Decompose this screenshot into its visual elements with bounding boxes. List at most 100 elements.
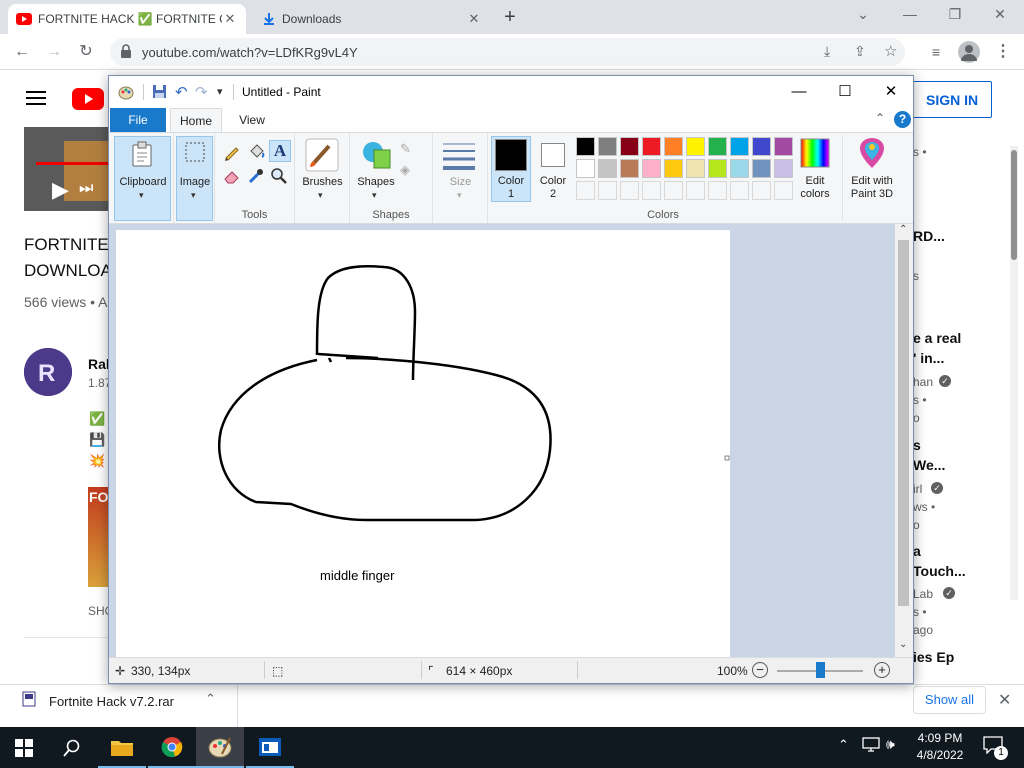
minimize-button[interactable]: — — [890, 6, 930, 26]
outline-icon[interactable]: ✎ — [400, 141, 411, 157]
page-scrollbar[interactable] — [1010, 146, 1018, 600]
palette-swatch[interactable] — [730, 181, 749, 200]
taskbar-chrome[interactable] — [148, 727, 196, 768]
edit-colors-label-2[interactable]: colors — [793, 188, 837, 201]
quick-access-dropdown-icon[interactable]: ▾ — [217, 85, 223, 98]
collapse-ribbon-icon[interactable]: ⌃ — [875, 111, 885, 125]
palette-swatch[interactable] — [598, 159, 617, 178]
start-button[interactable] — [0, 727, 48, 768]
close-button[interactable]: ✕ — [980, 6, 1020, 26]
palette-swatch[interactable] — [620, 159, 639, 178]
related-title[interactable]: RD... — [913, 228, 945, 244]
media-control-icon[interactable]: ≡ — [926, 42, 946, 62]
close-downloads-bar-icon[interactable]: ✕ — [998, 690, 1011, 710]
profile-avatar-icon[interactable] — [958, 41, 980, 63]
magnifier-icon[interactable] — [270, 167, 288, 185]
edit-colors-label[interactable]: Edit — [793, 175, 837, 188]
related-title[interactable]: Touch... — [913, 563, 966, 579]
palette-swatch[interactable] — [642, 181, 661, 200]
related-title[interactable]: ies Ep — [913, 649, 954, 665]
palette-swatch[interactable] — [708, 137, 727, 156]
tab-view[interactable]: View — [227, 108, 277, 132]
download-options-chevron-icon[interactable]: ⌃ — [205, 691, 216, 707]
palette-swatch[interactable] — [708, 159, 727, 178]
palette-swatch[interactable] — [598, 137, 617, 156]
scrollbar-thumb[interactable] — [898, 240, 909, 606]
palette-swatch[interactable] — [686, 159, 705, 178]
restore-button[interactable]: ❐ — [935, 6, 975, 26]
size-button[interactable]: Size — [433, 176, 488, 189]
youtube-logo-icon[interactable] — [72, 88, 108, 110]
color1-swatch[interactable] — [495, 139, 527, 171]
taskbar-paint[interactable] — [196, 727, 244, 768]
address-bar[interactable]: youtube.com/watch?v=LDfKRg9vL4Y ⤓ ⇪ ☆ — [110, 38, 905, 66]
related-title[interactable]: ' in... — [913, 350, 944, 366]
next-icon[interactable]: ⏭ — [79, 180, 93, 198]
tab-search-icon[interactable]: ⌄ — [843, 6, 883, 26]
fill-bucket-icon[interactable] — [247, 143, 265, 161]
shapes-dropdown-icon[interactable]: ▾ — [372, 190, 377, 201]
taskbar-file-explorer[interactable] — [98, 727, 146, 768]
tab-youtube[interactable]: FORTNITE HACK ✅ FORTNITE C ✕ — [8, 4, 246, 34]
video-player[interactable]: ▶ ⏭ — [24, 127, 110, 211]
palette-swatch[interactable] — [576, 181, 595, 200]
pencil-icon[interactable] — [223, 143, 241, 161]
paint-close-button[interactable]: ✕ — [868, 76, 913, 108]
tab-file[interactable]: File — [110, 108, 166, 132]
paint-3d-label[interactable]: Edit with — [846, 175, 898, 188]
channel-name[interactable]: Ral — [88, 356, 110, 372]
brushes-button[interactable]: Brushes — [295, 176, 350, 189]
brush-icon[interactable] — [305, 138, 339, 172]
paint-3d-label-2[interactable]: Paint 3D — [846, 188, 898, 201]
paint-3d-icon[interactable] — [858, 138, 886, 170]
lock-icon[interactable] — [120, 44, 132, 58]
color2-swatch[interactable] — [541, 143, 565, 167]
clipboard-icon[interactable] — [131, 141, 153, 167]
size-dropdown-icon[interactable]: ▾ — [457, 190, 462, 201]
clipboard-dropdown-icon[interactable]: ▾ — [139, 190, 144, 201]
volume-icon[interactable]: 🕪 — [886, 736, 895, 753]
eraser-icon[interactable] — [223, 167, 241, 185]
select-icon[interactable] — [184, 141, 206, 163]
scroll-down-icon[interactable]: ⌄ — [899, 639, 907, 650]
palette-swatch[interactable] — [642, 137, 661, 156]
edit-colors-icon[interactable] — [800, 138, 830, 168]
taskbar-app-window[interactable] — [246, 727, 294, 768]
palette-swatch[interactable] — [752, 181, 771, 200]
sign-in-button[interactable]: SIGN IN — [905, 81, 992, 118]
bookmark-star-icon[interactable]: ☆ — [884, 42, 897, 60]
channel-avatar[interactable]: R — [24, 348, 72, 396]
hamburger-menu-icon[interactable] — [26, 90, 46, 106]
palette-swatch[interactable] — [774, 181, 793, 200]
shapes-button[interactable]: Shapes — [354, 176, 398, 189]
download-file-name[interactable]: Fortnite Hack v7.2.rar — [49, 694, 174, 709]
back-icon[interactable]: ← — [12, 42, 32, 62]
palette-swatch[interactable] — [664, 159, 683, 178]
paint-title-bar[interactable]: ↶ ↷ ▾ Untitled - Paint — ☐ ✕ — [109, 76, 913, 108]
save-icon[interactable] — [152, 84, 167, 99]
palette-swatch[interactable] — [708, 181, 727, 200]
palette-swatch[interactable] — [686, 181, 705, 200]
new-tab-button[interactable]: + — [498, 6, 522, 28]
zoom-in-icon[interactable]: + — [874, 662, 890, 678]
search-button[interactable] — [48, 727, 96, 768]
palette-swatch[interactable] — [774, 159, 793, 178]
share-icon[interactable]: ⇪ — [854, 43, 866, 60]
drawing-canvas[interactable]: middle finger — [116, 230, 730, 657]
install-app-icon[interactable]: ⤓ — [824, 43, 830, 60]
image-button[interactable]: Image — [175, 176, 215, 189]
palette-swatch[interactable] — [620, 137, 639, 156]
canvas-text[interactable]: middle finger — [320, 568, 394, 583]
related-title[interactable]: We... — [913, 457, 945, 473]
network-icon[interactable] — [862, 737, 880, 753]
fill-icon[interactable]: ◈ — [400, 162, 410, 178]
paint-minimize-button[interactable]: — — [776, 76, 822, 108]
tab-close-icon[interactable]: ✕ — [222, 11, 238, 27]
related-title[interactable]: a — [913, 543, 921, 559]
palette-swatch[interactable] — [730, 159, 749, 178]
palette-swatch[interactable] — [576, 137, 595, 156]
clock-date[interactable]: 4/8/2022 — [915, 748, 965, 762]
progress-bar[interactable] — [36, 162, 110, 165]
paint-app-icon[interactable] — [118, 84, 134, 100]
palette-swatch[interactable] — [620, 181, 639, 200]
